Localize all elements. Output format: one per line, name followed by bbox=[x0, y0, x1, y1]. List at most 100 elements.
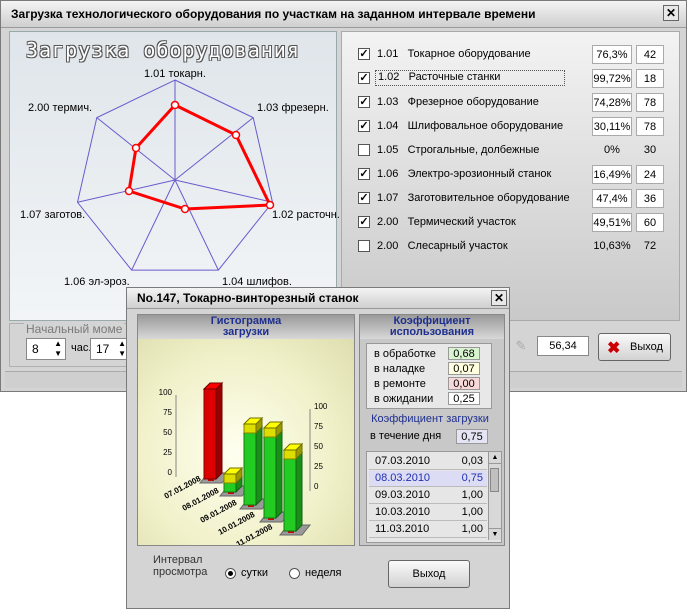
equipment-row[interactable]: ✓ 1.01 Токарное оборудование 76,3% 42 bbox=[354, 44, 686, 66]
radio-day-label[interactable]: сутки bbox=[241, 567, 268, 579]
main-titlebar: Загрузка технологического оборудования п… bbox=[1, 1, 686, 28]
equipment-count: 78 bbox=[636, 93, 664, 112]
day-label: в течение дня bbox=[370, 430, 442, 442]
radio-week-label[interactable]: неделя bbox=[305, 567, 342, 579]
histogram-ytick-right: 0 bbox=[314, 482, 319, 491]
radar-axis-label-4: 1.06 эл-эроз. bbox=[64, 276, 130, 288]
coef-label: в ремонте bbox=[374, 378, 426, 390]
daily-row[interactable]: 09.03.2010 1,00 bbox=[369, 488, 487, 504]
coef-label: в обработке bbox=[374, 348, 436, 360]
coef-label: в ожидании bbox=[374, 393, 434, 405]
daily-row[interactable]: 10.03.2010 1,00 bbox=[369, 505, 487, 521]
radar-point bbox=[231, 130, 241, 140]
main-close-button[interactable]: ✕ bbox=[663, 5, 679, 21]
coef-value: 0,68 bbox=[448, 347, 480, 360]
histogram-bar bbox=[263, 427, 277, 438]
radar-panel: Загрузка оборудования 1.01 токарн. 1.03 … bbox=[9, 31, 340, 321]
daily-row[interactable]: 11.03.2010 1,00 bbox=[369, 522, 487, 538]
hour-value: 8 bbox=[32, 342, 39, 356]
daily-value: 1,00 bbox=[461, 523, 483, 535]
histogram-chart: 0255075100025507510007.01.200808.01.2008… bbox=[159, 381, 328, 545]
day-row: в течение дня 0,75 bbox=[368, 429, 488, 445]
equipment-checkbox[interactable] bbox=[358, 144, 370, 156]
equipment-row[interactable]: ✓ 1.06 Электро-эрозионный станок 16,49% 24 bbox=[354, 164, 686, 186]
hour-spin-icon[interactable]: ▲ ▼ bbox=[54, 339, 62, 359]
coef-label: в наладке bbox=[374, 363, 426, 375]
scroll-up-icon[interactable]: ▲ bbox=[489, 452, 501, 464]
equipment-label: 2.00 Термический участок bbox=[377, 216, 516, 228]
main-exit-button[interactable]: ✖ Выход bbox=[598, 333, 671, 361]
radio-day[interactable] bbox=[225, 568, 236, 579]
equipment-checkbox[interactable]: ✓ bbox=[358, 48, 370, 60]
histogram-title-2: загрузки bbox=[222, 326, 270, 338]
equipment-row[interactable]: 1.05 Строгальные, долбежные 0% 30 bbox=[354, 140, 686, 162]
histogram-ytick-left: 50 bbox=[163, 428, 172, 437]
equipment-row[interactable]: ✓ 1.03 Фрезерное оборудование 74,28% 78 bbox=[354, 92, 686, 114]
daily-scrollbar[interactable]: ▲ ▼ bbox=[488, 452, 501, 540]
histogram-ytick-right: 50 bbox=[314, 442, 323, 451]
histogram-bar bbox=[223, 473, 237, 484]
interval-label-2: просмотра bbox=[153, 566, 208, 578]
minute-spin-icon[interactable]: ▲ ▼ bbox=[118, 339, 126, 359]
coef-row: в наладке 0,07 bbox=[370, 362, 480, 376]
equipment-percent: 16,49% bbox=[592, 165, 632, 184]
daily-row[interactable]: 07.03.2010 0,03 bbox=[369, 454, 487, 470]
equipment-percent: 76,3% bbox=[592, 45, 632, 64]
equipment-percent: 49,51% bbox=[592, 213, 632, 232]
daily-value: 1,00 bbox=[461, 506, 483, 518]
equipment-checkbox[interactable]: ✓ bbox=[358, 168, 370, 180]
equipment-list-panel: ✓ 1.01 Токарное оборудование 76,3% 42 ✓ 1.02 … bbox=[341, 31, 680, 321]
radar-point bbox=[180, 204, 190, 214]
equipment-checkbox[interactable]: ✓ bbox=[358, 96, 370, 108]
equipment-checkbox[interactable]: ✓ bbox=[358, 120, 370, 132]
dialog-exit-button[interactable]: Выход bbox=[388, 560, 470, 588]
histogram-panel: Гистограмма загрузки 0 25 50 75 100 0 25 50 75 10… bbox=[137, 314, 355, 546]
equipment-checkbox[interactable] bbox=[358, 240, 370, 252]
equipment-row[interactable]: ✓ 1.04 Шлифовальное оборудование 30,11% 78 bbox=[354, 116, 686, 138]
daily-value: 0,03 bbox=[461, 455, 483, 467]
equipment-row[interactable]: ✓ 2.00 Термический участок 49,51% 60 bbox=[354, 212, 686, 234]
histogram-bar bbox=[243, 423, 257, 434]
histogram-bar-side bbox=[295, 451, 303, 533]
start-moment-label: Начальный моме bbox=[24, 322, 125, 336]
daily-date: 09.03.2010 bbox=[375, 489, 431, 501]
equipment-count: 24 bbox=[636, 165, 664, 184]
daily-date: 08.03.2010 bbox=[375, 472, 431, 484]
pencil-icon[interactable]: ✎ bbox=[512, 337, 530, 355]
daily-row[interactable]: 08.03.2010 0,75 bbox=[369, 471, 487, 487]
equipment-label: 2.00 Слесарный участок bbox=[377, 240, 508, 252]
equipment-count: 30 bbox=[643, 144, 657, 156]
equipment-checkbox[interactable]: ✓ bbox=[358, 216, 370, 228]
coef-row: в обработке 0,68 bbox=[370, 347, 480, 361]
radio-week[interactable] bbox=[289, 568, 300, 579]
histogram-ytick-left: 100 bbox=[159, 388, 173, 397]
dialog-titlebar: No.147, Токарно-винторезный станок ✕ bbox=[127, 288, 509, 309]
main-exit-label: Выход bbox=[630, 341, 663, 353]
equipment-label: 1.06 Электро-эрозионный станок bbox=[377, 168, 552, 180]
scroll-thumb[interactable] bbox=[490, 468, 499, 492]
daily-list[interactable]: 07.03.2010 0,03 08.03.2010 0,75 09.03.2010 1,… bbox=[366, 451, 502, 543]
radar-point bbox=[131, 143, 141, 153]
histogram-bar-side bbox=[275, 429, 283, 520]
histogram-bar bbox=[223, 482, 237, 493]
coef-title-2: использования bbox=[389, 326, 475, 338]
histogram-header: Гистограмма загрузки bbox=[138, 315, 354, 339]
equipment-count: 36 bbox=[636, 189, 664, 208]
daily-date: 07.03.2010 bbox=[375, 455, 431, 467]
minute-field[interactable]: 17 ▲ ▼ bbox=[90, 338, 130, 360]
equipment-checkbox[interactable]: ✓ bbox=[358, 72, 370, 84]
equipment-row[interactable]: 2.00 Слесарный участок 10,63% 72 bbox=[354, 236, 686, 258]
coef-value: 0,25 bbox=[448, 392, 480, 405]
coef-row: в ожидании 0,25 bbox=[370, 392, 480, 406]
hour-field[interactable]: 8 ▲ ▼ bbox=[26, 338, 66, 360]
equipment-checkbox[interactable]: ✓ bbox=[358, 192, 370, 204]
bottom-value-field: 56,34 bbox=[537, 336, 589, 356]
equipment-row[interactable]: ✓ 1.02 Расточные станки 99,72% 18 bbox=[354, 68, 686, 90]
scroll-down-icon[interactable]: ▼ bbox=[489, 528, 501, 540]
radar-axis-label-0: 1.01 токарн. bbox=[144, 68, 206, 80]
equipment-count: 72 bbox=[643, 240, 657, 252]
equipment-percent: 10,63% bbox=[593, 240, 631, 252]
machine-dialog: No.147, Токарно-винторезный станок ✕ Гис… bbox=[126, 287, 510, 609]
dialog-close-button[interactable]: ✕ bbox=[491, 290, 507, 306]
equipment-row[interactable]: ✓ 1.07 Заготовительное оборудование 47,4% 3… bbox=[354, 188, 686, 210]
